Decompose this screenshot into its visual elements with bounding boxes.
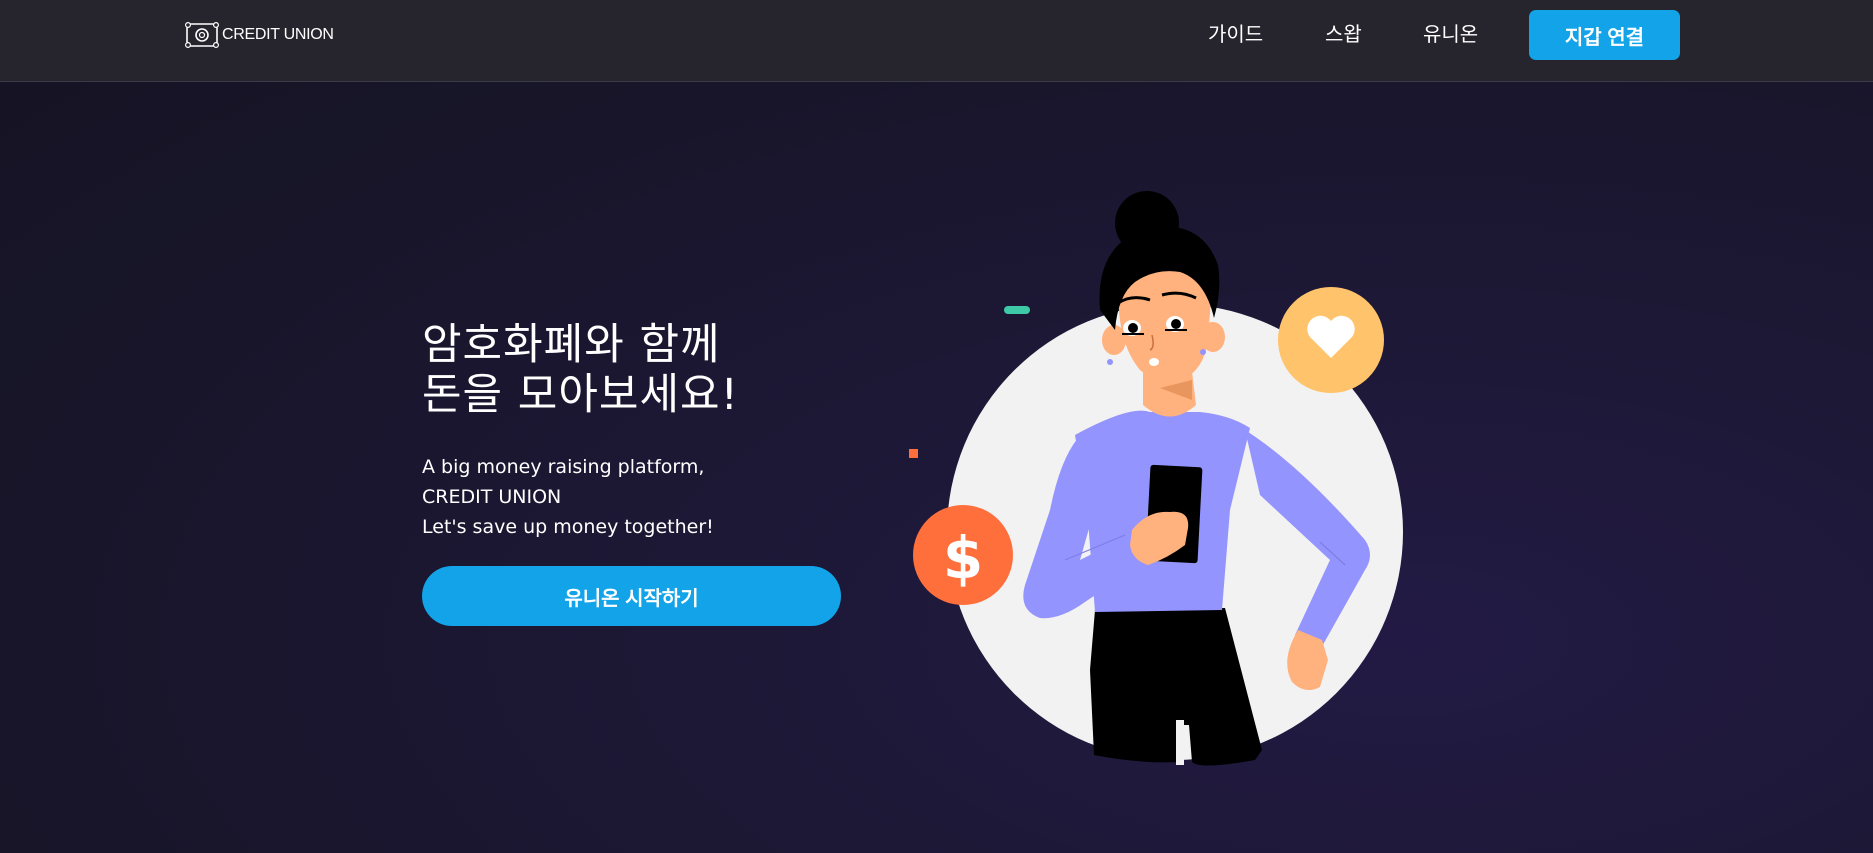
logo-text: CREDIT UNION (222, 26, 334, 43)
top-navigation-bar: CREDIT UNION 가이드 스왑 유니온 지갑 연결 (0, 0, 1873, 82)
hero-subtitle-line-2: CREDIT UNION (422, 486, 562, 508)
hero-subtitle-line-1: A big money raising platform, (422, 456, 705, 478)
hero-title-line-2: 돈을 모아보세요! (422, 370, 739, 420)
confetti-orange (909, 449, 918, 458)
nav-link-guide[interactable]: 가이드 (1208, 20, 1263, 48)
hero-title: 암호화폐와 함께 돈을 모아보세요! (422, 320, 739, 420)
logo[interactable]: CREDIT UNION (184, 18, 334, 52)
nav-link-swap[interactable]: 스왑 (1325, 20, 1362, 48)
start-union-button[interactable]: 유니온 시작하기 (422, 566, 841, 626)
hero-subtitle: A big money raising platform, CREDIT UNI… (422, 452, 714, 542)
heart-badge-icon (1278, 287, 1384, 393)
hero-subtitle-line-3: Let's save up money together! (422, 516, 714, 538)
dollar-coin-icon: $ (913, 505, 1013, 605)
hero-illustration: $ (909, 191, 1403, 766)
confetti-teal (1004, 306, 1030, 314)
hero-title-line-1: 암호화폐와 함께 (422, 320, 721, 370)
nav-link-union[interactable]: 유니온 (1423, 20, 1478, 48)
credit-union-logo-icon (184, 21, 220, 49)
coin-symbol: $ (943, 524, 983, 592)
connect-wallet-button[interactable]: 지갑 연결 (1529, 10, 1680, 60)
